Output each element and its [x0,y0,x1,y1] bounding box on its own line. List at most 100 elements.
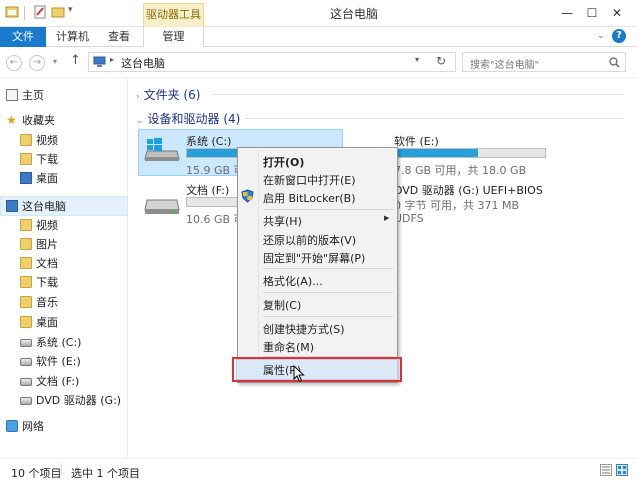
hard-drive-icon [144,199,180,214]
drive-name[interactable]: 软件 (E:) [394,133,439,149]
nav-item[interactable]: DVD 驱动器 (G:) [0,391,128,410]
back-arrow-icon[interactable]: ← [6,55,22,71]
forward-arrow-icon[interactable]: → [29,55,45,71]
drive-free-space: 7.8 GB 可用，共 18.0 GB [394,164,527,177]
nav-item-label: 系统 (C:) [36,336,82,349]
nav-item-label: 视频 [36,219,58,232]
address-bar[interactable]: ▸ 这台电脑 ▾ ↻ [88,52,456,72]
nav-item[interactable]: 下载 [0,150,128,169]
folder-icon [20,276,32,288]
nav-item[interactable]: 软件 (E:) [0,352,128,371]
menu-item-format[interactable]: 格式化(A)... [263,273,323,289]
menu-item-pin-to-start[interactable]: 固定到"开始"屏幕(P) [263,250,365,266]
nav-item[interactable]: 下载 [0,273,128,292]
nav-item-label: 软件 (E:) [36,355,81,368]
menu-item-restore-versions[interactable]: 还原以前的版本(V) [263,232,356,248]
nav-item[interactable]: 桌面 [0,169,128,188]
details-view-icon[interactable] [600,464,612,476]
folder-icon [20,238,32,250]
ribbon-tab-bar [0,27,637,47]
devices-group-label: 设备和驱动器 (4) [147,112,241,126]
item-count: 10 个项目 [11,467,62,480]
nav-item-label: 文档 (F:) [36,375,80,388]
menu-item-rename[interactable]: 重命名(M) [263,339,314,355]
menu-item-open[interactable]: 打开(O) [263,154,304,170]
group-expand-icon[interactable]: › [136,92,140,102]
drive-name[interactable]: 文档 (F:) [186,182,229,198]
nav-item[interactable]: 图片 [0,235,128,254]
folder-icon [20,134,32,146]
nav-item[interactable]: 主页 [0,86,128,105]
computer-icon [6,200,18,212]
network-icon [6,420,18,432]
tab-computer[interactable]: 计算机 [56,27,89,47]
menu-item-enable-bitlocker[interactable]: 启用 BitLocker(B) [263,190,356,206]
devices-group-header[interactable]: ⌄ 设备和驱动器 (4) [136,110,240,127]
mouse-cursor-icon [293,365,305,383]
drive-free-space: 0 字节 可用，共 371 MB [394,199,520,212]
new-folder-icon[interactable] [51,5,65,19]
breadcrumb-chevron-icon: ▸ [110,55,115,64]
group-divider [244,118,624,119]
folders-group-header[interactable]: › 文件夹 (6) [136,86,200,103]
selected-count: 选中 1 个项目 [71,467,140,480]
nav-item-label: 收藏夹 [22,114,55,127]
tab-file[interactable]: 文件 [0,27,46,47]
maximize-icon[interactable]: ☐ [581,4,603,22]
menu-item-create-shortcut[interactable]: 创建快捷方式(S) [263,321,345,337]
nav-item-label: 音乐 [36,296,58,309]
drive-tools-tab-group: 驱动器工具 [143,3,204,27]
tab-view[interactable]: 查看 [108,27,130,47]
nav-item[interactable]: 音乐 [0,293,128,312]
nav-item-label: 视频 [36,134,58,147]
close-icon[interactable]: ✕ [606,4,628,22]
large-icons-view-icon[interactable] [616,464,628,476]
nav-item[interactable]: 视频 [0,216,128,235]
address-dropdown-icon[interactable]: ▾ [415,55,419,64]
nav-item[interactable]: 这台电脑 [0,197,128,216]
recent-locations-icon[interactable]: ▾ [53,57,57,66]
drive-icon [20,358,32,366]
drive-usage-fill [395,149,478,157]
status-separator [61,463,62,476]
expand-ribbon-icon[interactable]: ⌄ [597,31,605,41]
group-divider [212,94,624,95]
star-icon: ★ [6,113,17,127]
breadcrumb-location[interactable]: 这台电脑 [121,55,165,71]
properties-icon[interactable] [33,5,47,19]
minimize-icon[interactable]: — [556,4,578,22]
nav-item[interactable]: 文档 [0,254,128,273]
nav-item-label: 主页 [22,89,44,102]
folders-group-label: 文件夹 (6) [143,88,201,102]
nav-item[interactable]: 桌面 [0,313,128,332]
up-arrow-icon[interactable]: ↑ [70,53,81,68]
drive-usage-bar [394,148,546,158]
menu-separator [263,292,393,293]
menu-separator [263,316,393,317]
drive-name[interactable]: DVD 驱动器 (G:) UEFI+BIOS [394,182,543,198]
title-bar [0,0,637,27]
explorer-icon[interactable] [5,5,19,19]
nav-item[interactable]: 视频 [0,131,128,150]
group-collapse-icon[interactable]: ⌄ [136,116,144,126]
drive-name: 系统 (C:) [186,135,232,148]
tab-manage[interactable]: 管理 [143,27,204,47]
nav-item[interactable]: 系统 (C:) [0,333,128,352]
menu-item-open-new-window[interactable]: 在新窗口中打开(E) [263,172,356,188]
nav-item[interactable]: 网络 [0,417,128,436]
menu-item-share[interactable]: 共享(H) [263,213,302,229]
search-input[interactable]: 搜索"这台电脑" [462,52,626,72]
computer-icon [93,56,106,67]
search-icon[interactable] [609,57,620,68]
help-icon[interactable]: ? [612,29,626,43]
context-menu-gutter [258,150,259,380]
customize-quick-access-icon[interactable]: ▾ [68,5,73,15]
nav-item[interactable]: ★ 收藏夹 [0,111,128,130]
menu-separator [263,268,393,269]
drive-icon [20,339,32,347]
menu-item-copy[interactable]: 复制(C) [263,297,301,313]
nav-item-label: 网络 [22,420,44,433]
refresh-icon[interactable]: ↻ [436,54,446,68]
nav-item-label: 文档 [36,257,58,270]
nav-item[interactable]: 文档 (F:) [0,372,128,391]
